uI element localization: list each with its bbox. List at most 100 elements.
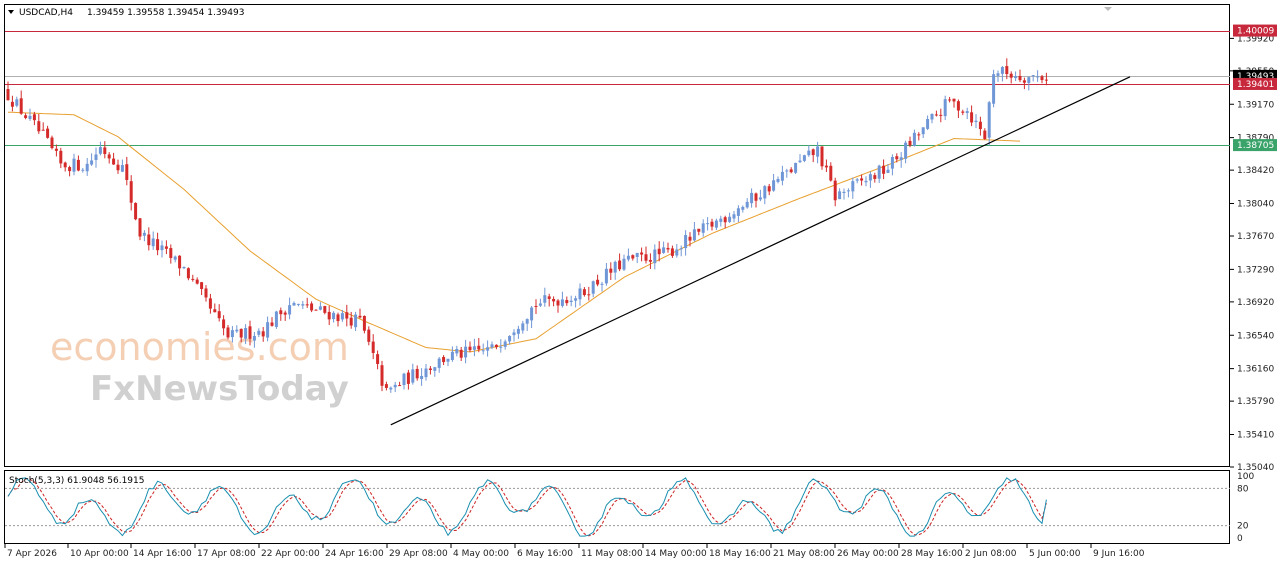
y-tick-label: 1.38420 [1237,166,1274,176]
candle-bull [411,369,415,383]
candle-bull [807,150,811,156]
candle-bear [833,180,837,201]
candle-bear [222,319,226,329]
candle-bear [829,165,833,181]
candle-bear [657,248,661,255]
candle-bear [107,154,111,159]
candle-bear [556,300,560,306]
candle-bull [28,115,32,119]
candle-bull [701,223,705,233]
candle-bull [530,307,534,321]
x-tick-label: 6 May 16:00 [517,549,573,559]
chart-root: economies.com FxNewsToday 1.399201.39550… [0,0,1280,567]
candle-bull [90,160,94,165]
candle-bull [15,99,19,106]
candle-bear [32,114,36,121]
resistance-tag: 1.39401 [1237,80,1274,90]
x-tick-label: 21 May 08:00 [773,549,835,559]
candle-bull [560,299,564,306]
candle-bear [860,178,864,181]
candle-bull [987,102,991,138]
candle-bear [169,248,173,258]
stoch-signal-line [7,478,1047,537]
candle-bear [156,239,160,251]
candle-bull [508,336,512,342]
candle-bull [750,192,754,204]
candle-bear [587,294,591,296]
candle-bull [736,208,740,216]
symbol-dropdown-icon[interactable] [8,10,14,14]
candle-bear [279,310,283,315]
stoch-level-label: 100 [1237,472,1254,482]
candle-bear [103,147,107,155]
candle-bear [248,326,252,339]
candle-bear [76,159,80,171]
x-tick-label: 14 Apr 16:00 [133,549,192,559]
y-tick-label: 1.36920 [1237,298,1274,308]
candle-bear [565,300,569,304]
x-tick-label: 10 Apr 00:00 [70,549,129,559]
candle-bear [666,247,670,250]
candle-bull [679,248,683,250]
stoch-label: Stoch(5,3,3) 61.9048 56.1915 [9,476,144,486]
candle-bear [609,268,613,273]
candle-bull [851,181,855,192]
y-tick-label: 1.36160 [1237,365,1274,375]
candle-bull [160,245,164,251]
y-tick-label: 1.38040 [1237,200,1274,210]
candle-bear [6,89,10,101]
candle-bear [283,312,287,315]
candle-bear [596,279,600,285]
candle-bear [147,234,151,246]
candle-bull [591,281,595,294]
candle-bull [842,191,846,193]
candle-bull [1027,77,1031,83]
chart-shift-marker-icon [1104,7,1112,11]
candle-bull [503,341,507,347]
candle-bull [151,238,155,247]
candle-bull [741,206,745,210]
candle-bull [420,375,424,380]
stochastic-oscillator: 100 80 20 0 [5,472,1254,544]
candle-bear [41,129,45,131]
candle-bear [494,344,498,348]
candle-bull [776,178,780,182]
candle-bear [670,248,674,256]
candle-bear [19,98,23,114]
candle-bull [785,170,789,172]
candle-bull [877,165,881,179]
candle-bear [952,98,956,102]
candle-bull [706,223,710,225]
candle-bear [226,327,230,338]
candle-bull [574,298,578,301]
candle-bear [125,164,129,180]
candle-bear [618,260,622,270]
candle-bear [376,354,380,364]
candle-bear [310,303,314,311]
candle-bull [72,158,76,172]
candle-bear [789,169,793,173]
candle-bear [204,288,208,298]
candle-bull [758,197,762,200]
candle-bull [1031,75,1035,77]
candle-bull [719,218,723,222]
stoch-level-label: 20 [1237,522,1249,532]
candle-bull [780,171,784,181]
candle-bear [468,346,472,351]
trendline-line[interactable] [390,76,1131,426]
candle-bear [384,384,388,388]
candle-bull [794,162,798,173]
candle-bull [714,220,718,228]
candle-bull [684,235,688,249]
candle-bull [393,384,397,388]
candle-bull [296,303,300,305]
candle-bull [921,127,925,135]
candle-bear [59,150,63,164]
candle-bull [85,163,89,172]
ohlc-values: 1.39459 1.39558 1.39454 1.39493 [87,8,244,18]
candle-bear [10,101,14,107]
candle-bull [600,283,604,285]
candle-bear [978,121,982,130]
watermark-fxnewstoday: FxNewsToday [90,369,349,409]
moving-average [7,111,1021,353]
